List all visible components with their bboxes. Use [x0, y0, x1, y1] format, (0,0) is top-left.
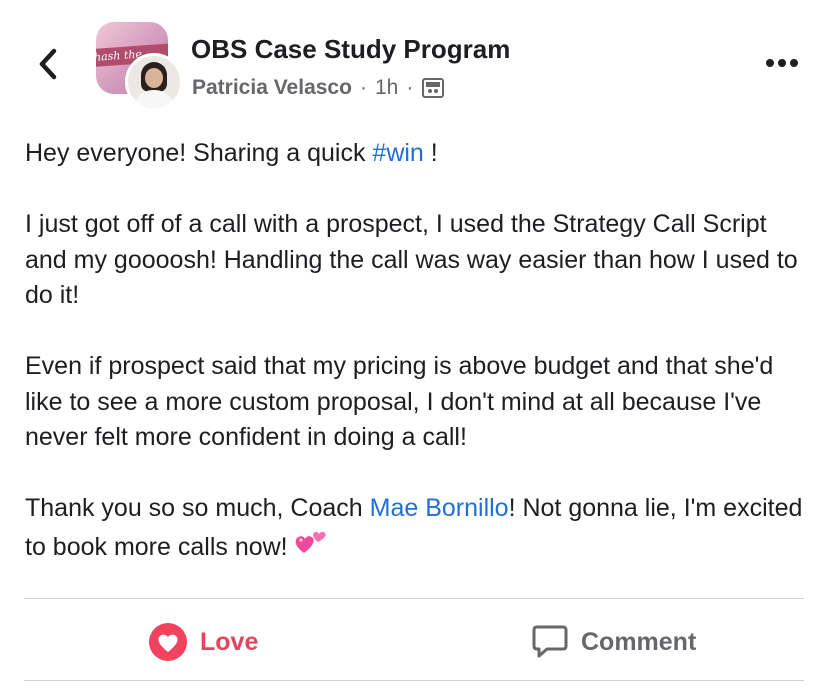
- post-paragraph: Hey everyone! Sharing a quick #win !: [25, 139, 438, 167]
- love-label: Love: [200, 627, 259, 656]
- love-reaction-icon: [148, 622, 188, 662]
- post-meta: Patricia Velasco · 1h ·: [192, 76, 445, 100]
- divider: [24, 598, 804, 599]
- group-name[interactable]: OBS Case Study Program: [191, 34, 510, 65]
- two-hearts-emoji: [294, 527, 330, 570]
- divider: [24, 680, 804, 681]
- group-icon: [421, 76, 445, 100]
- more-dots-icon: [766, 59, 798, 67]
- back-button[interactable]: [30, 44, 66, 84]
- comment-button[interactable]: Comment: [531, 620, 696, 664]
- hashtag-link[interactable]: #win: [372, 139, 423, 167]
- post-time[interactable]: 1h: [375, 76, 398, 100]
- comment-icon: [531, 624, 569, 660]
- chevron-left-icon: [39, 48, 57, 80]
- love-button[interactable]: Love: [148, 620, 258, 664]
- post-paragraph: I just got off of a call with a prospect…: [25, 210, 798, 309]
- post-body: Hey everyone! Sharing a quick #win ! I j…: [25, 136, 805, 605]
- post-paragraph: Thank you so so much, Coach Mae Bornillo…: [25, 491, 805, 569]
- more-options-button[interactable]: [758, 48, 806, 78]
- author-name[interactable]: Patricia Velasco: [192, 76, 352, 100]
- meta-separator: ·: [406, 76, 414, 99]
- comment-label: Comment: [581, 627, 697, 656]
- post-paragraph: Even if prospect said that my pricing is…: [25, 352, 774, 451]
- meta-separator: ·: [359, 76, 367, 99]
- author-avatar[interactable]: [125, 53, 183, 111]
- mention-link[interactable]: Mae Bornillo: [370, 494, 509, 522]
